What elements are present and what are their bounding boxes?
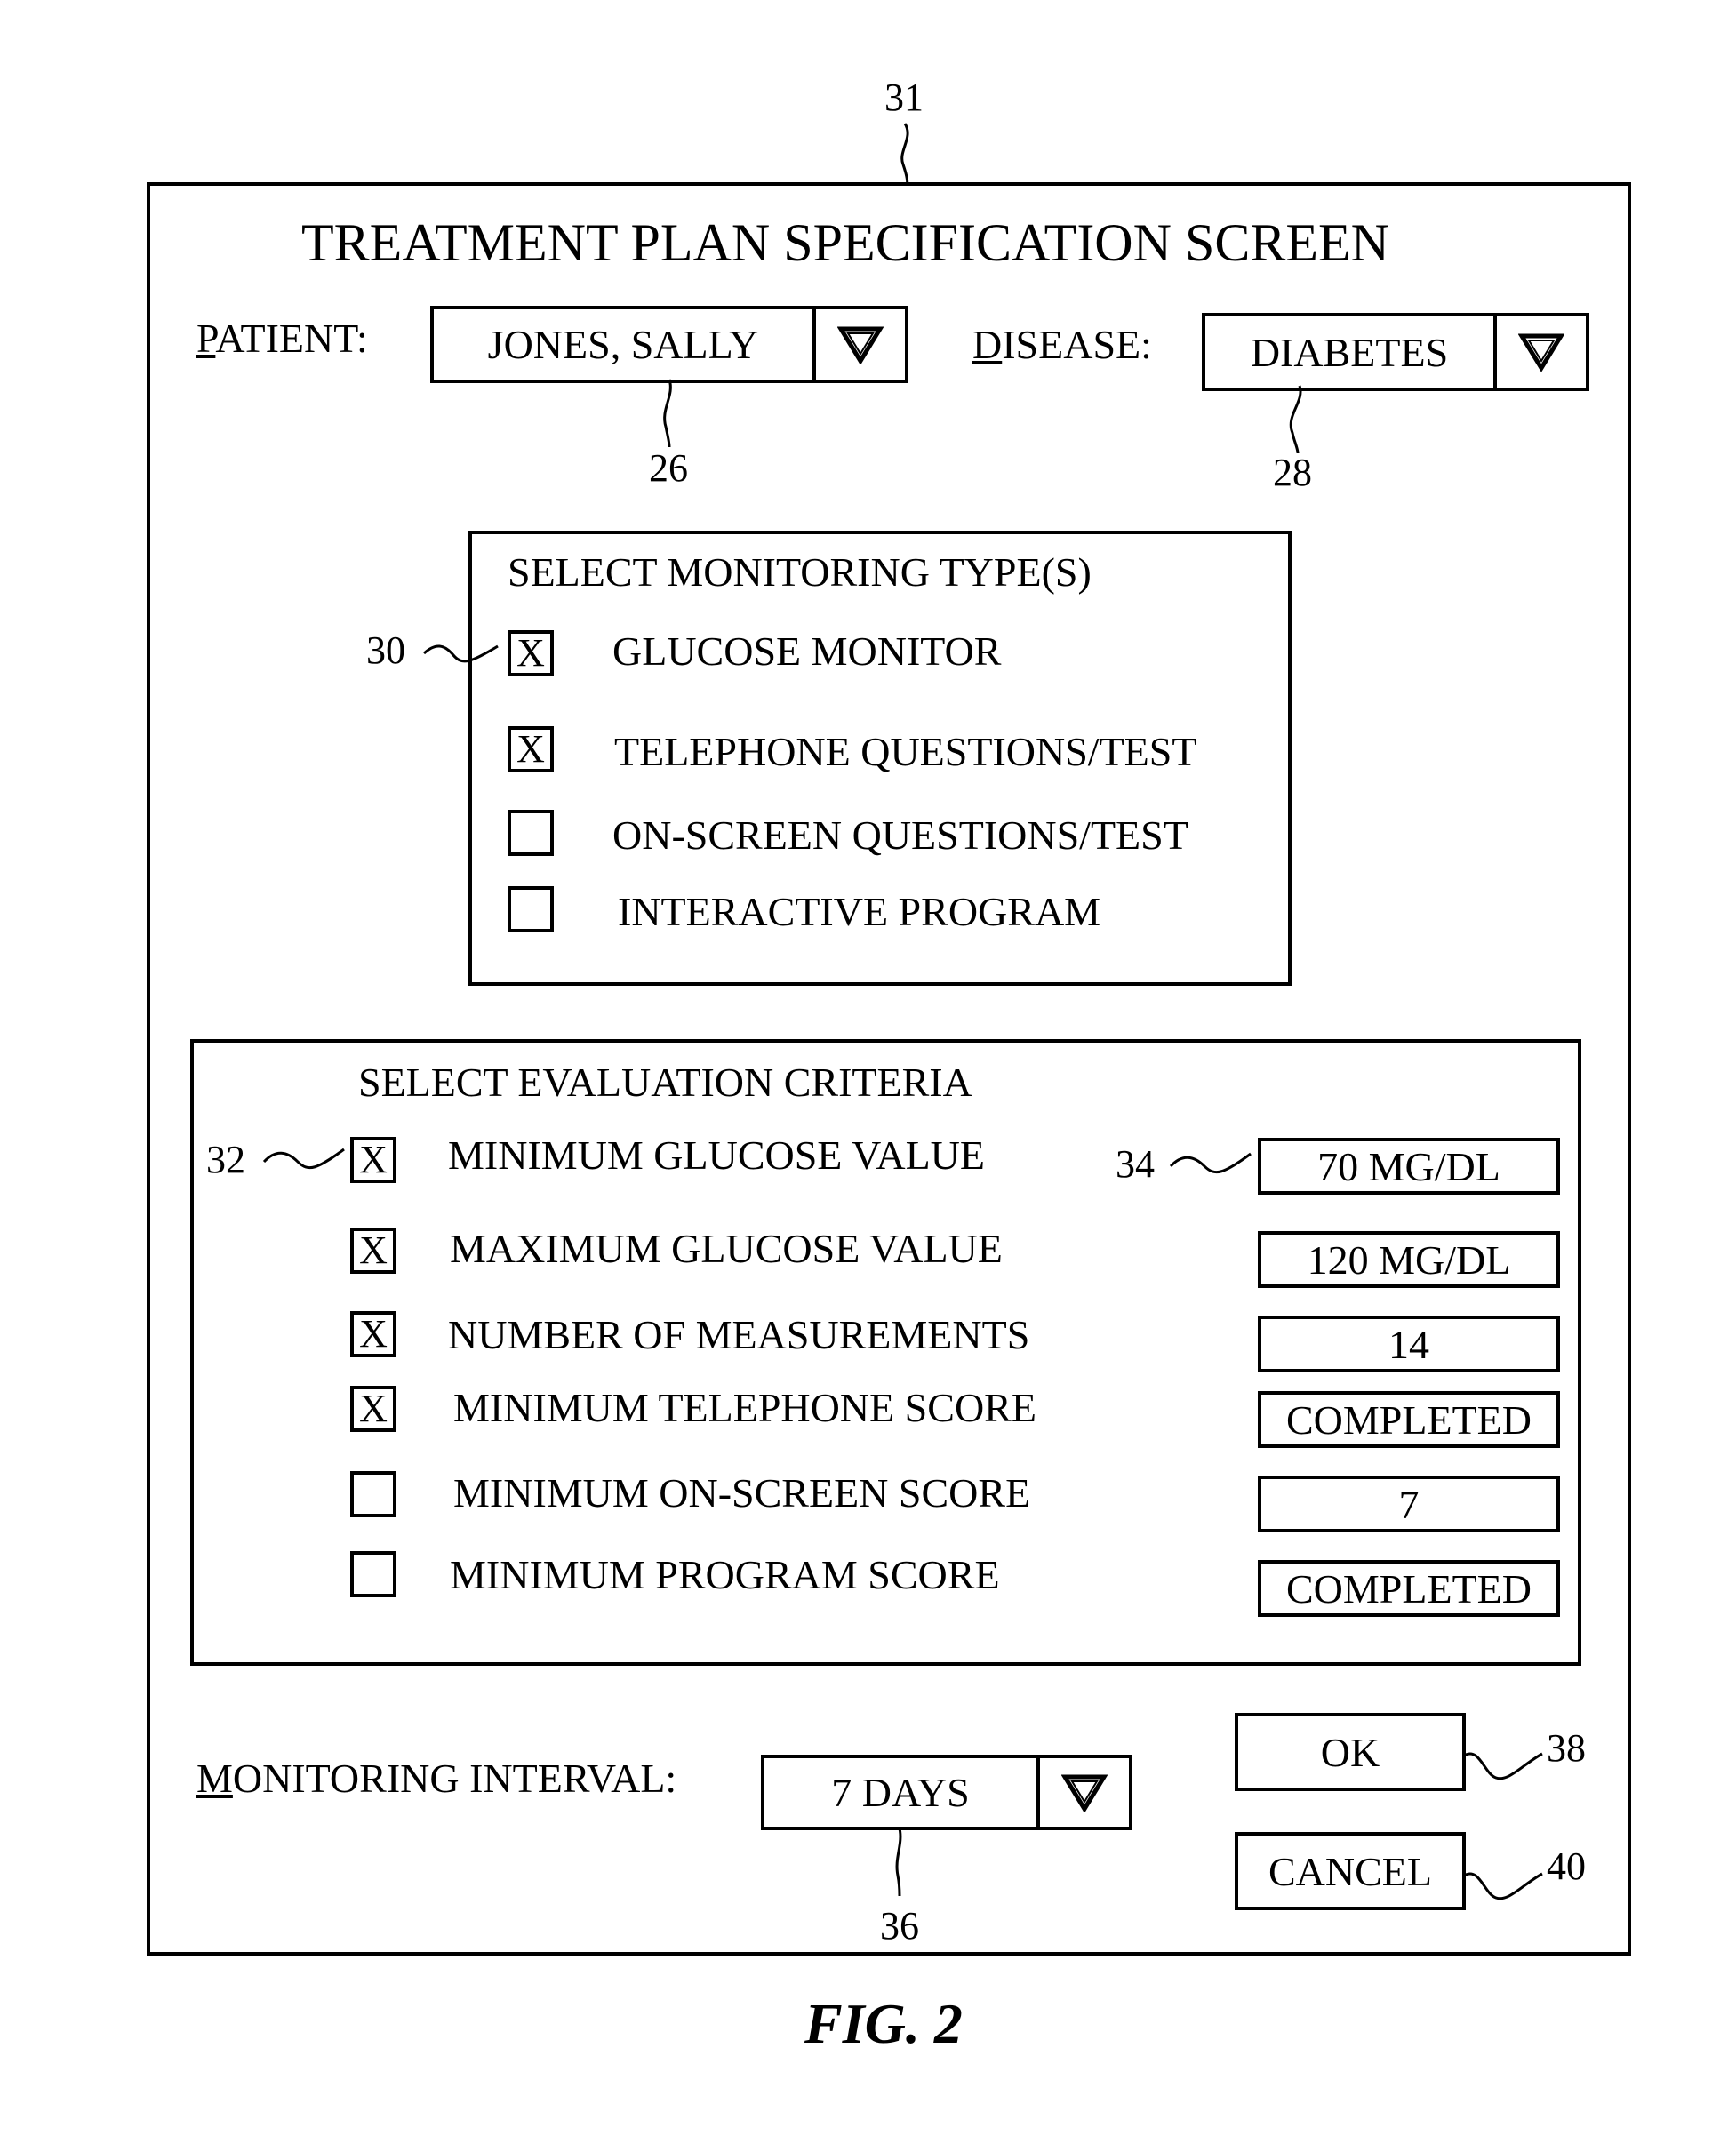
field-min-glucose[interactable]: 70 MG/DL — [1258, 1138, 1560, 1195]
leader-line-28 — [1289, 385, 1302, 454]
evaluation-criteria-group: SELECT EVALUATION CRITERIA X MINIMUM GLU… — [190, 1039, 1581, 1666]
disease-value: DIABETES — [1250, 329, 1449, 375]
monitoring-interval-value: 7 DAYS — [831, 1770, 970, 1815]
checkbox-min-telephone-score[interactable]: X — [350, 1386, 396, 1432]
field-min-telephone-score[interactable]: COMPLETED — [1258, 1391, 1560, 1448]
field-max-glucose[interactable]: 120 MG/DL — [1258, 1231, 1560, 1288]
checkbox-num-measurements[interactable]: X — [350, 1311, 396, 1357]
screen-title: TREATMENT PLAN SPECIFICATION SCREEN — [301, 213, 1389, 272]
ref-numeral-28: 28 — [1273, 451, 1312, 494]
label-min-program-score: MINIMUM PROGRAM SCORE — [450, 1552, 1000, 1597]
checkbox-min-program-score[interactable] — [350, 1551, 396, 1597]
checkbox-telephone-questions[interactable]: X — [508, 726, 554, 772]
ref-numeral-26: 26 — [649, 446, 688, 490]
monitoring-interval-label-text: ONITORING INTERVAL: — [232, 1756, 677, 1801]
leader-line-38 — [1463, 1752, 1543, 1780]
patient-combo[interactable]: JONES, SALLY — [430, 306, 908, 383]
evaluation-criteria-title: SELECT EVALUATION CRITERIA — [358, 1060, 972, 1105]
monitoring-interval-dropdown-button[interactable] — [1036, 1758, 1129, 1827]
leader-line-40 — [1463, 1872, 1543, 1900]
label-on-screen-questions: ON-SCREEN QUESTIONS/TEST — [612, 812, 1188, 858]
checkbox-glucose-monitor[interactable]: X — [508, 630, 554, 676]
label-min-on-screen-score: MINIMUM ON-SCREEN SCORE — [453, 1470, 1031, 1516]
treatment-plan-screen: TREATMENT PLAN SPECIFICATION SCREEN PATI… — [147, 182, 1631, 1956]
triangle-down-icon — [837, 326, 884, 364]
field-min-program-score[interactable]: COMPLETED — [1258, 1560, 1560, 1617]
patient-value: JONES, SALLY — [487, 322, 759, 367]
label-interactive-program: INTERACTIVE PROGRAM — [618, 889, 1101, 934]
monitoring-interval-label-accelerator: M — [196, 1756, 233, 1801]
label-max-glucose: MAXIMUM GLUCOSE VALUE — [450, 1226, 1003, 1271]
monitoring-types-group: SELECT MONITORING TYPE(S) X GLUCOSE MONI… — [468, 531, 1292, 986]
patient-label: PATIENT: — [196, 315, 368, 362]
label-telephone-questions: TELEPHONE QUESTIONS/TEST — [614, 729, 1197, 774]
leader-line-36 — [895, 1828, 902, 1897]
disease-label-text: ISEASE: — [1002, 322, 1152, 367]
checkbox-max-glucose[interactable]: X — [350, 1228, 396, 1274]
figure-caption: FIG. 2 — [804, 1992, 963, 2055]
ref-numeral-32: 32 — [206, 1138, 245, 1181]
leader-line-31 — [900, 123, 909, 190]
checkbox-on-screen-questions[interactable] — [508, 810, 554, 856]
field-min-on-screen-score[interactable]: 7 — [1258, 1476, 1560, 1532]
label-glucose-monitor: GLUCOSE MONITOR — [612, 628, 1002, 674]
disease-dropdown-button[interactable] — [1493, 316, 1586, 388]
monitoring-types-title: SELECT MONITORING TYPE(S) — [508, 549, 1092, 595]
cancel-button[interactable]: CANCEL — [1235, 1832, 1466, 1910]
leader-line-34 — [1169, 1152, 1252, 1174]
triangle-down-icon — [1061, 1774, 1108, 1812]
ref-numeral-34: 34 — [1116, 1142, 1155, 1186]
triangle-down-icon — [1518, 333, 1564, 372]
patient-label-accelerator: P — [196, 316, 216, 361]
label-min-telephone-score: MINIMUM TELEPHONE SCORE — [453, 1385, 1036, 1430]
ref-numeral-36: 36 — [880, 1904, 919, 1948]
checkbox-min-glucose[interactable]: X — [350, 1137, 396, 1183]
disease-label: DISEASE: — [972, 321, 1152, 368]
disease-label-accelerator: D — [972, 322, 1003, 367]
field-num-measurements[interactable]: 14 — [1258, 1316, 1560, 1372]
checkbox-interactive-program[interactable] — [508, 886, 554, 932]
leader-line-32 — [262, 1148, 345, 1170]
ok-button[interactable]: OK — [1235, 1713, 1466, 1791]
ref-numeral-31: 31 — [884, 76, 924, 119]
ref-numeral-40: 40 — [1547, 1844, 1586, 1888]
leader-line-30 — [422, 644, 499, 663]
monitoring-interval-label: MONITORING INTERVAL: — [196, 1755, 676, 1802]
disease-combo[interactable]: DIABETES — [1202, 313, 1589, 391]
label-num-measurements: NUMBER OF MEASUREMENTS — [448, 1312, 1030, 1357]
ref-numeral-30: 30 — [366, 628, 405, 672]
patient-label-text: ATIENT: — [215, 316, 368, 361]
monitoring-interval-combo[interactable]: 7 DAYS — [761, 1755, 1132, 1830]
patient-dropdown-button[interactable] — [812, 309, 905, 380]
label-min-glucose: MINIMUM GLUCOSE VALUE — [448, 1132, 985, 1178]
checkbox-min-on-screen-score[interactable] — [350, 1471, 396, 1517]
leader-line-26 — [663, 379, 672, 448]
ref-numeral-38: 38 — [1547, 1726, 1586, 1770]
